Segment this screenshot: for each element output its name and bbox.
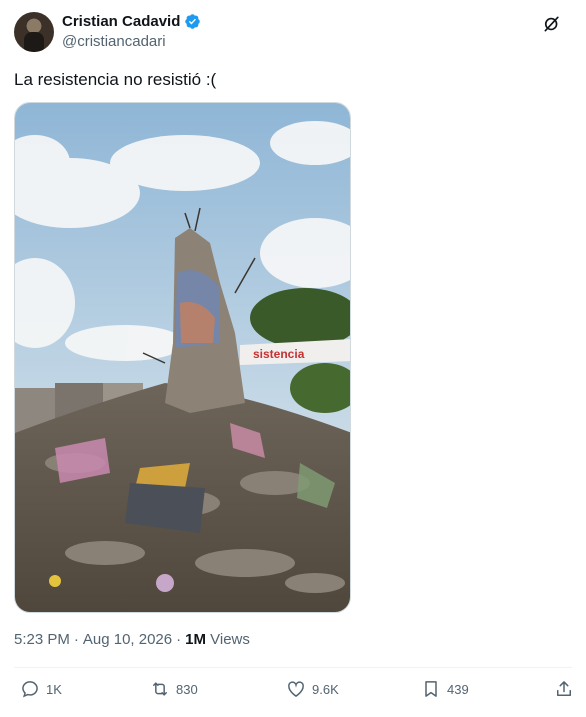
repost-button[interactable]: 830 (150, 679, 198, 699)
divider (14, 667, 572, 668)
views-label: Views (210, 631, 250, 648)
verified-badge-icon (185, 14, 201, 29)
author-name-row: Cristian Cadavid (62, 13, 201, 30)
meta-separator: · (73, 631, 79, 648)
action-bar: 1K 830 9.6K 439 (14, 679, 576, 703)
bookmark-count: 439 (447, 681, 469, 697)
author-handle[interactable]: @cristiancadari (62, 33, 166, 50)
like-button[interactable]: 9.6K (286, 679, 339, 699)
tweet-text: La resistencia no resistió :( (14, 70, 217, 89)
views-count: 1M (185, 631, 206, 648)
author-display-name[interactable]: Cristian Cadavid (62, 13, 180, 30)
rubble-monument-photo: sistencia (15, 103, 350, 612)
grok-icon[interactable] (542, 14, 562, 34)
share-button[interactable] (554, 679, 574, 699)
reply-count: 1K (46, 681, 62, 697)
tweet-meta: 5:23 PM · Aug 10, 2026 · 1M Views (14, 631, 250, 648)
meta-separator: · (176, 631, 182, 648)
repost-icon (153, 682, 167, 696)
tweet-photo[interactable]: sistencia (14, 102, 351, 613)
repost-count: 830 (176, 681, 198, 697)
tweet-time[interactable]: 5:23 PM (14, 631, 70, 648)
like-count: 9.6K (312, 681, 339, 697)
like-icon (288, 681, 304, 697)
tweet-header: Cristian Cadavid @cristiancadari (14, 12, 574, 52)
share-icon (557, 681, 571, 696)
bookmark-icon (425, 681, 437, 697)
bookmark-button[interactable]: 439 (421, 679, 469, 699)
reply-icon (22, 681, 38, 698)
reply-button[interactable]: 1K (20, 679, 62, 699)
tweet-date[interactable]: Aug 10, 2026 (83, 631, 172, 648)
avatar[interactable] (14, 12, 54, 52)
banner-graffiti-text: sistencia (253, 347, 305, 361)
